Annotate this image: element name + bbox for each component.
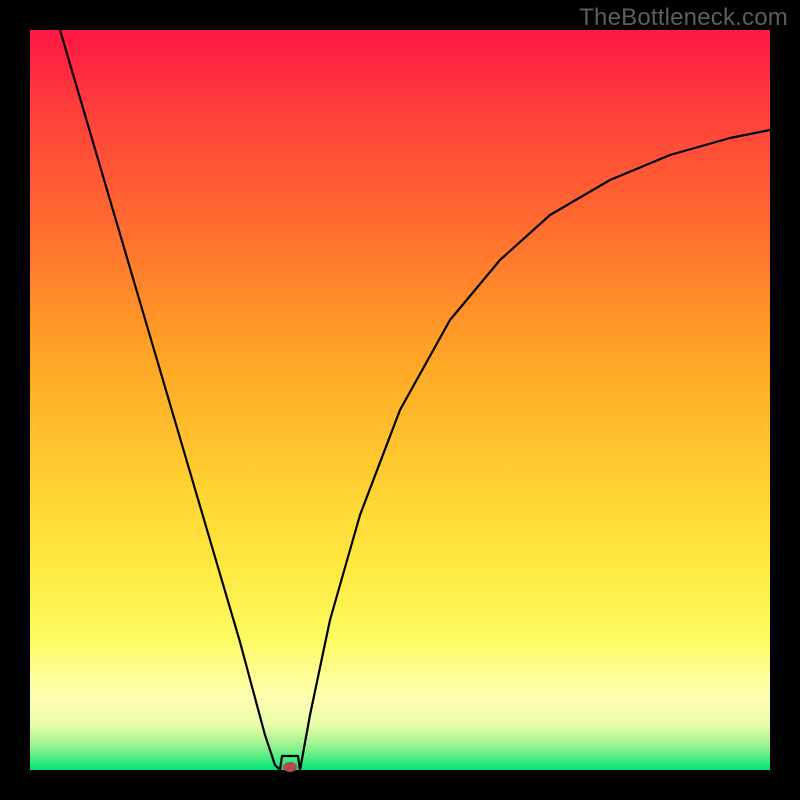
bottleneck-curve <box>60 30 770 770</box>
minimum-marker <box>283 762 297 772</box>
chart-overlay <box>30 30 770 770</box>
attribution-label: TheBottleneck.com <box>579 4 788 32</box>
